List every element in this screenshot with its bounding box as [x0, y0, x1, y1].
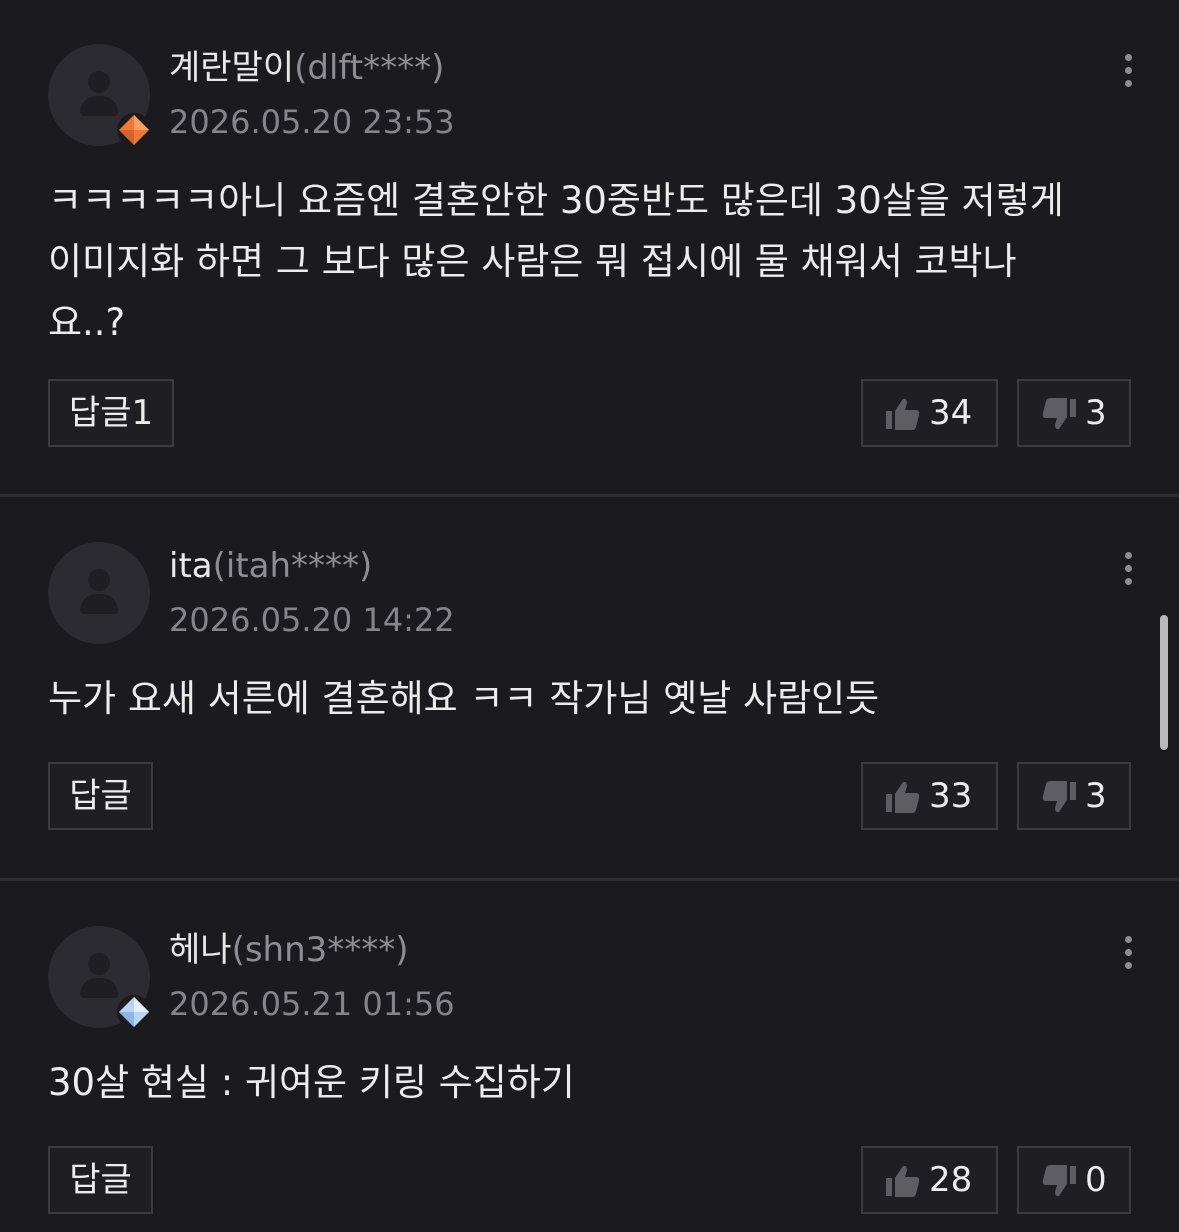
comment-author[interactable]: 헤나(shn3****) — [169, 930, 409, 970]
author-nickname: 헤나 — [169, 930, 232, 970]
dislike-count: 3 — [1085, 393, 1107, 433]
thumbs-up-icon — [886, 781, 920, 813]
comment-date: 2026.05.20 14:22 — [169, 601, 455, 639]
thumbs-down-icon — [1042, 1165, 1076, 1197]
thumbs-down-icon — [1042, 398, 1076, 430]
like-button[interactable]: 28 — [861, 1146, 998, 1214]
comment-date: 2026.05.21 01:56 — [169, 985, 455, 1023]
comment-text: 30살 현실 : 귀여운 키링 수집하기 — [48, 1061, 575, 1104]
dislike-button[interactable]: 3 — [1017, 379, 1131, 447]
avatar-body — [80, 594, 118, 614]
thumbs-down-icon — [1042, 781, 1076, 813]
like-button[interactable]: 33 — [861, 762, 998, 830]
avatar-body — [80, 96, 118, 116]
comment-author[interactable]: ita(itah****) — [169, 546, 372, 586]
avatar-body — [80, 978, 118, 998]
reply-button[interactable]: 답글 — [48, 762, 153, 830]
dislike-button[interactable]: 0 — [1017, 1146, 1131, 1214]
orange-diamond-badge-icon — [117, 113, 151, 147]
like-button[interactable]: 34 — [861, 379, 998, 447]
dislike-button[interactable]: 3 — [1017, 762, 1131, 830]
more-vertical-icon[interactable] — [1114, 54, 1142, 94]
dislike-count: 3 — [1085, 776, 1107, 816]
avatar-head — [88, 569, 110, 591]
avatar-head — [88, 71, 110, 93]
comment-author[interactable]: 계란말이(dlft****) — [169, 48, 444, 88]
comment-text: ㅋㅋㅋㅋㅋ아니 요즘엔 결혼안한 30중반도 많은데 30살을 저렇게 이미지화… — [48, 179, 1064, 344]
dislike-count: 0 — [1085, 1160, 1107, 1200]
more-vertical-icon[interactable] — [1114, 552, 1142, 592]
comment-list: 계란말이(dlft****) 2026.05.20 23:53 ㅋㅋㅋㅋㅋ아니 … — [0, 0, 1179, 1232]
like-count: 34 — [929, 393, 973, 433]
comment-divider — [0, 494, 1179, 497]
thumbs-up-icon — [886, 1165, 920, 1197]
like-count: 33 — [929, 776, 973, 816]
comment-date: 2026.05.20 23:53 — [169, 103, 455, 141]
more-vertical-icon[interactable] — [1114, 936, 1142, 976]
author-nickname: ita — [169, 546, 213, 586]
author-id: (shn3****) — [231, 930, 409, 970]
author-id: (dlft****) — [294, 48, 445, 88]
reply-button[interactable]: 답글1 — [48, 379, 174, 447]
thumbs-up-icon — [886, 398, 920, 430]
like-count: 28 — [929, 1160, 973, 1200]
scrollbar[interactable] — [1160, 615, 1168, 750]
avatar-head — [88, 953, 110, 975]
user-avatar[interactable] — [48, 542, 150, 644]
comment-text: 누가 요새 서른에 결혼해요 ㅋㅋ 작가님 옛날 사람인듯 — [48, 677, 880, 720]
comment-divider — [0, 878, 1179, 881]
reply-button[interactable]: 답글 — [48, 1146, 153, 1214]
author-nickname: 계란말이 — [169, 48, 295, 88]
crystal-diamond-badge-icon — [117, 995, 151, 1029]
author-id: (itah****) — [212, 546, 373, 586]
